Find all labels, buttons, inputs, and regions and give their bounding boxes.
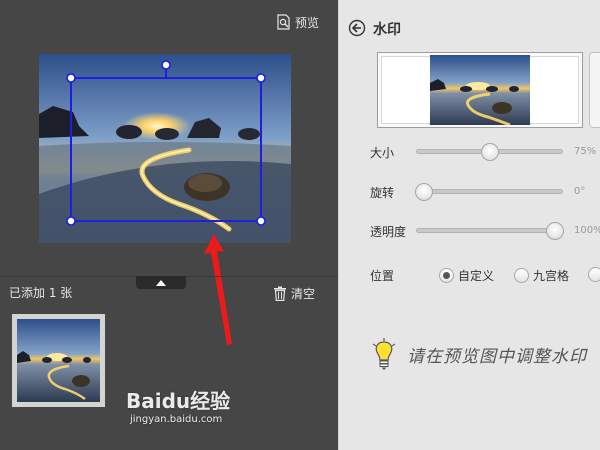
radio-selected-dot bbox=[443, 272, 450, 279]
resize-handle-top-left[interactable] bbox=[66, 73, 76, 83]
opacity-label: 透明度 bbox=[370, 225, 407, 239]
rotate-value: 0° bbox=[574, 186, 586, 197]
tip-text: 请在预览图中调整水印 bbox=[407, 347, 587, 367]
opacity-value: 100% bbox=[574, 225, 600, 236]
rotate-handle[interactable] bbox=[161, 60, 171, 70]
size-value: 75% bbox=[574, 146, 597, 157]
size-label: 大小 bbox=[370, 146, 395, 160]
caret-up-icon bbox=[156, 279, 166, 286]
radio-custom[interactable] bbox=[439, 268, 454, 283]
opacity-slider[interactable] bbox=[416, 222, 564, 240]
added-count-text: 已添加 1 张 bbox=[9, 286, 73, 300]
size-slider[interactable] bbox=[416, 143, 563, 161]
position-label: 位置 bbox=[370, 269, 395, 283]
image-thumbnail[interactable] bbox=[12, 314, 105, 407]
radio-more[interactable] bbox=[588, 267, 600, 282]
right-panel: 水印 大小 75% 旋转 0° 透明度 100% 位置 自定义 九宫格 请在预览… bbox=[338, 0, 600, 450]
annotation-red-arrow bbox=[204, 234, 232, 345]
preview-button[interactable]: 预览 bbox=[276, 13, 319, 31]
clear-label: 清空 bbox=[291, 287, 316, 301]
resize-handle-bottom-right[interactable] bbox=[256, 216, 266, 226]
site-watermark: Baidu经验 jingyan.baidu.com bbox=[126, 385, 230, 425]
position-option-grid-label: 九宫格 bbox=[533, 269, 570, 283]
back-button[interactable] bbox=[348, 19, 366, 40]
panel-title: 水印 bbox=[373, 22, 401, 38]
rotate-slider-knob[interactable] bbox=[415, 183, 434, 201]
preview-icon bbox=[277, 14, 290, 30]
rotate-label: 旋转 bbox=[370, 186, 395, 200]
collapse-toggle-button[interactable] bbox=[136, 276, 186, 289]
site-watermark-brand: Baidu经验 bbox=[126, 389, 231, 413]
position-option-more[interactable] bbox=[588, 267, 600, 282]
position-option-custom-label: 自定义 bbox=[458, 269, 495, 283]
site-watermark-url: jingyan.baidu.com bbox=[130, 414, 223, 425]
position-option-grid[interactable]: 九宫格 bbox=[514, 267, 569, 284]
resize-handle-bottom-left[interactable] bbox=[66, 216, 76, 226]
size-slider-knob[interactable] bbox=[480, 143, 499, 161]
trash-icon bbox=[274, 286, 286, 301]
radio-grid[interactable] bbox=[514, 268, 529, 283]
rotate-slider[interactable] bbox=[415, 183, 563, 201]
back-arrow-icon bbox=[348, 19, 366, 37]
watermark-template-selected[interactable] bbox=[377, 52, 583, 128]
left-panel: 预览 已添加 1 张 清空 bbox=[0, 0, 338, 450]
lightbulb-icon bbox=[372, 338, 396, 370]
clear-button[interactable]: 清空 bbox=[273, 285, 315, 302]
preview-label: 预览 bbox=[295, 15, 320, 30]
position-option-custom[interactable]: 自定义 bbox=[439, 267, 494, 284]
opacity-slider-knob[interactable] bbox=[545, 222, 564, 240]
watermark-template-image bbox=[430, 55, 530, 125]
preview-image[interactable] bbox=[39, 54, 291, 243]
resize-handle-top-right[interactable] bbox=[256, 73, 266, 83]
watermark-template-next[interactable] bbox=[589, 52, 600, 128]
